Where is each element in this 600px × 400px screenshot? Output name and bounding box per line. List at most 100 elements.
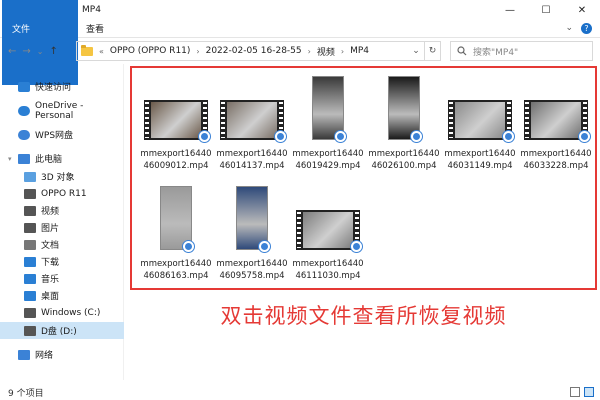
video-file-item[interactable]: mmexport1644046019429.mp4 [290, 74, 366, 186]
breadcrumb-chevron-icon: › [340, 46, 345, 56]
video-thumbnail [290, 184, 366, 256]
sidebar-item[interactable]: D盘 (D:) [0, 322, 124, 339]
file-explorer-window: ✓ ▾ MP4 — ☐ ✕ 文件 主页 共享 查看 ⌄ ? ← → ⌄ ↑ [0, 0, 600, 400]
breadcrumb-videos[interactable]: 视频 [317, 45, 335, 58]
window-controls: — ☐ ✕ [492, 0, 600, 20]
sidebar-item[interactable]: Windows (C:) [0, 304, 124, 321]
video-thumbnail [518, 74, 594, 146]
address-row: ← → ⌄ ↑ « OPPO (OPPO R11) › 2022-02-05 1… [0, 38, 600, 64]
help-icon[interactable]: ? [581, 23, 592, 34]
sidebar-item[interactable]: OneDrive - Personal [0, 101, 124, 121]
file-name: mmexport1644046086163.mp4 [140, 259, 212, 281]
sidebar-item[interactable]: WPS网盘 [0, 126, 124, 143]
sync-overlay-icon [274, 130, 287, 143]
title-bar: ✓ ▾ MP4 — ☐ ✕ [0, 0, 600, 20]
sidebar-item-label: 文档 [41, 241, 60, 251]
file-view-area: mmexport1644046009012.mp4 mmexport1644046… [130, 66, 597, 290]
video-file-item[interactable]: mmexport1644046111030.mp4 [290, 184, 366, 296]
video-file-item[interactable]: mmexport1644046009012.mp4 [138, 74, 214, 186]
search-box[interactable]: 搜索"MP4" [450, 41, 593, 61]
breadcrumb-backup[interactable]: 2022-02-05 16-28-55 [206, 46, 302, 56]
tab-view[interactable]: 查看 [76, 20, 114, 38]
sidebar-item[interactable]: 桌面 [0, 287, 124, 304]
back-arrow-icon[interactable]: ← [8, 46, 16, 57]
video-thumbnail [366, 74, 442, 146]
refresh-icon[interactable]: ↻ [424, 42, 440, 60]
sidebar-item[interactable]: 快速访问 [0, 78, 124, 95]
sidebar-item[interactable]: 音乐 [0, 270, 124, 287]
breadcrumb-mp4[interactable]: MP4 [350, 46, 369, 56]
video-file-item[interactable]: mmexport1644046095758.mp4 [214, 184, 290, 296]
address-end-buttons: ⌄ ↻ [408, 42, 440, 60]
sidebar-item-label: 3D 对象 [41, 173, 75, 183]
sync-overlay-icon [334, 130, 347, 143]
breadcrumb-chevron-icon: › [307, 46, 311, 56]
sync-overlay-icon [502, 130, 515, 143]
breadcrumb-overflow-icon[interactable]: « [99, 47, 104, 56]
search-placeholder: 搜索"MP4" [473, 47, 519, 58]
sync-overlay-icon [350, 240, 363, 253]
video-thumbnail [138, 74, 214, 146]
video-thumbnail [214, 184, 290, 256]
sidebar-item[interactable]: 图片 [0, 219, 124, 236]
file-name: mmexport1644046014137.mp4 [216, 149, 288, 171]
expand-ribbon-icon[interactable]: ⌄ [565, 23, 573, 34]
expand-chevron-icon[interactable]: ▾ [8, 155, 16, 163]
status-bar: 9 个项目 [0, 384, 600, 400]
phone-icon [24, 188, 36, 199]
sidebar-item-label: 图片 [41, 224, 60, 234]
search-icon [457, 46, 467, 56]
video-frame-preview [151, 102, 201, 138]
video-file-item[interactable]: mmexport1644046026100.mp4 [366, 74, 442, 186]
sidebar-item[interactable]: 下载 [0, 253, 124, 270]
image-icon [24, 222, 36, 233]
video-file-item[interactable]: mmexport1644046031149.mp4 [442, 74, 518, 186]
sync-overlay-icon [198, 130, 211, 143]
video-file-item[interactable]: mmexport1644046086163.mp4 [138, 184, 214, 296]
sidebar-item-label: 视频 [41, 207, 60, 217]
sidebar-item[interactable]: ▾ 此电脑 [0, 150, 124, 167]
maximize-button[interactable]: ☐ [528, 0, 564, 20]
sidebar-item-label: 此电脑 [35, 155, 63, 165]
file-name: mmexport1644046033228.mp4 [520, 149, 592, 171]
file-name: mmexport1644046026100.mp4 [368, 149, 440, 171]
sidebar-item[interactable]: 网络 [0, 346, 124, 363]
video-file-item[interactable]: mmexport1644046033228.mp4 [518, 74, 594, 186]
minimize-button[interactable]: — [492, 0, 528, 20]
download-icon [24, 256, 36, 267]
breadcrumb-device[interactable]: OPPO (OPPO R11) [110, 46, 191, 56]
recent-locations-icon[interactable]: ⌄ [37, 47, 44, 56]
close-button[interactable]: ✕ [564, 0, 600, 20]
sidebar-item-label: Windows (C:) [41, 307, 101, 318]
address-bar[interactable]: « OPPO (OPPO R11) › 2022-02-05 16-28-55 … [76, 41, 441, 61]
sync-overlay-icon [182, 240, 195, 253]
navigation-buttons: ← → ⌄ ↑ [0, 46, 72, 57]
document-icon [24, 239, 36, 250]
sidebar-item[interactable]: 视频 [0, 202, 124, 219]
sidebar-item-label: D盘 (D:) [41, 327, 77, 337]
file-name: mmexport1644046095758.mp4 [216, 259, 288, 281]
video-frame-preview [303, 212, 353, 248]
cube-icon [24, 171, 36, 182]
sidebar-item[interactable]: 3D 对象 [0, 168, 124, 185]
up-arrow-icon[interactable]: ↑ [49, 46, 57, 57]
video-thumbnail [214, 74, 290, 146]
sync-overlay-icon [258, 240, 271, 253]
forward-arrow-icon[interactable]: → [22, 46, 30, 57]
video-frame-preview [227, 102, 277, 138]
navigation-pane: 快速访问 OneDrive - Personal WPS网盘 ▾ 此电脑 3D 对象 OPP… [0, 64, 124, 380]
sidebar-item-label: 下载 [41, 258, 60, 268]
sidebar-item[interactable]: OPPO R11 [0, 185, 124, 202]
details-view-icon[interactable] [570, 387, 580, 397]
address-dropdown-icon[interactable]: ⌄ [408, 42, 424, 60]
file-name: mmexport1644046019429.mp4 [292, 149, 364, 171]
sidebar-item[interactable]: 文档 [0, 236, 124, 253]
window-title: MP4 [82, 5, 101, 15]
large-icons-view-icon[interactable] [584, 387, 594, 397]
drive-icon [24, 307, 36, 318]
sidebar-item-label: 快速访问 [35, 83, 72, 93]
view-toggle [570, 387, 594, 397]
video-file-item[interactable]: mmexport1644046014137.mp4 [214, 74, 290, 186]
sync-overlay-icon [410, 130, 423, 143]
item-count: 9 个项目 [8, 388, 44, 399]
